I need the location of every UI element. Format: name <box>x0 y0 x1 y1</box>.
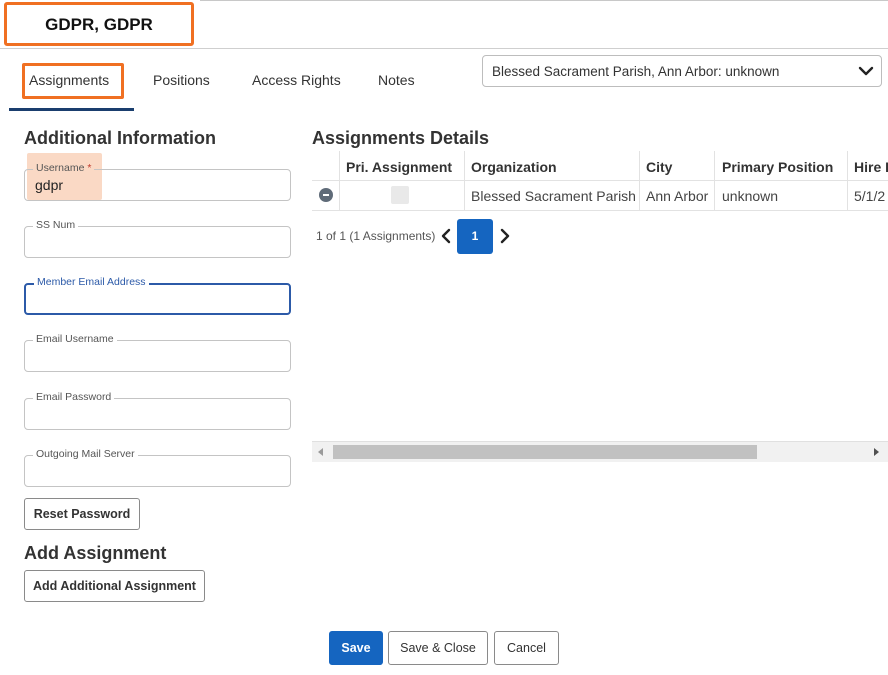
save-button[interactable]: Save <box>329 631 383 665</box>
tab-positions[interactable]: Positions <box>153 72 210 88</box>
pager-summary: 1 of 1 (1 Assignments) <box>316 229 436 243</box>
scroll-left-arrow-icon[interactable] <box>318 448 323 456</box>
email-username-field[interactable]: Email Username <box>24 333 291 372</box>
cancel-button[interactable]: Cancel <box>494 631 559 665</box>
remove-assignment-icon[interactable] <box>319 188 333 202</box>
reset-password-button[interactable]: Reset Password <box>24 498 140 530</box>
column-divider <box>464 151 465 211</box>
active-tab-underline <box>9 108 134 111</box>
tab-notes[interactable]: Notes <box>378 72 415 88</box>
column-header-primary-position[interactable]: Primary Position <box>722 159 833 175</box>
cell-primary-position: unknown <box>722 188 779 204</box>
outgoing-mail-server-label: Outgoing Mail Server <box>33 448 138 461</box>
tab-assignments[interactable]: Assignments <box>29 72 109 88</box>
email-password-label: Email Password <box>33 391 115 404</box>
scrollbar-thumb[interactable] <box>333 445 757 459</box>
scroll-right-arrow-icon[interactable] <box>874 448 879 456</box>
additional-information-heading: Additional Information <box>24 128 216 148</box>
cell-organization: Blessed Sacrament Parish <box>471 188 636 204</box>
column-header-pri-assignment[interactable]: Pri. Assignment <box>346 159 452 175</box>
record-title-box: GDPR, GDPR <box>4 2 194 46</box>
header-divider <box>0 48 888 49</box>
add-additional-assignment-button[interactable]: Add Additional Assignment <box>24 570 205 602</box>
add-assignment-heading: Add Assignment <box>24 543 167 563</box>
column-divider <box>714 151 715 211</box>
assignments-table: Pri. Assignment Organization City Primar… <box>312 151 888 211</box>
column-header-city[interactable]: City <box>646 159 672 175</box>
save-and-close-button[interactable]: Save & Close <box>388 631 488 665</box>
outgoing-mail-server-field[interactable]: Outgoing Mail Server <box>24 448 291 487</box>
record-title: GDPR, GDPR <box>45 15 153 34</box>
username-field[interactable]: Username * gdpr <box>24 162 291 201</box>
username-label: Username * <box>33 162 95 175</box>
column-header-organization[interactable]: Organization <box>471 159 557 175</box>
chevron-right-icon[interactable] <box>499 228 511 249</box>
email-username-label: Email Username <box>33 333 117 346</box>
assignments-details-heading: Assignments Details <box>312 128 490 148</box>
column-divider <box>639 151 640 211</box>
tab-access-rights[interactable]: Access Rights <box>252 72 341 88</box>
cell-city: Ann Arbor <box>646 188 709 204</box>
column-divider <box>339 151 340 211</box>
username-value: gdpr <box>35 177 64 193</box>
ss-num-label: SS Num <box>33 219 79 232</box>
member-email-field[interactable]: Member Email Address <box>24 276 291 315</box>
ss-num-field[interactable]: SS Num <box>24 219 291 258</box>
assignment-select-value: Blessed Sacrament Parish, Ann Arbor: unk… <box>492 64 780 79</box>
top-border-line <box>200 0 888 1</box>
horizontal-scrollbar[interactable] <box>312 441 888 462</box>
member-email-label: Member Email Address <box>34 276 149 289</box>
primary-assignment-checkbox[interactable] <box>391 186 409 204</box>
row-divider <box>312 210 888 211</box>
chevron-down-icon <box>857 62 875 85</box>
column-header-hire[interactable]: Hire I <box>854 159 888 175</box>
email-password-field[interactable]: Email Password <box>24 391 291 430</box>
assignment-select[interactable]: Blessed Sacrament Parish, Ann Arbor: unk… <box>482 55 882 87</box>
cell-hire: 5/1/2 <box>854 188 886 204</box>
page-button-current[interactable]: 1 <box>457 219 493 254</box>
column-divider <box>847 151 848 211</box>
chevron-left-icon[interactable] <box>440 228 452 249</box>
row-divider <box>312 180 888 181</box>
